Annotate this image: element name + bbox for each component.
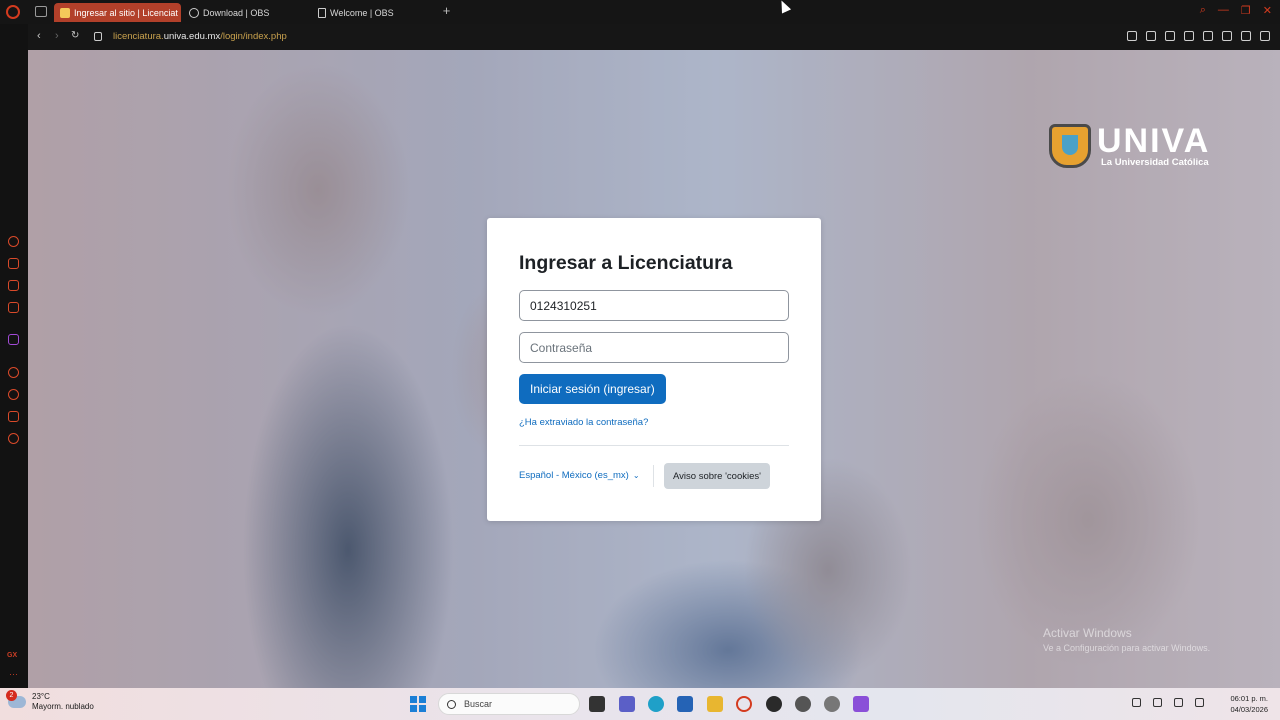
univa-shield-icon xyxy=(1049,124,1091,168)
lock-icon xyxy=(94,32,102,41)
tab-welcome-obs[interactable]: Welcome | OBS xyxy=(312,3,438,22)
windows-start-icon[interactable] xyxy=(410,696,426,712)
music-player-icon[interactable] xyxy=(8,367,19,378)
windows-taskbar: 2 23°C Mayorm. nublado Buscar 06:01 p. m… xyxy=(0,688,1280,720)
wallet-icon[interactable] xyxy=(8,280,19,291)
username-field[interactable]: 0124310251 xyxy=(519,290,789,321)
pin-icon[interactable] xyxy=(1127,31,1137,41)
logo-name: UNIVA xyxy=(1097,121,1211,160)
unity-hub-icon[interactable] xyxy=(824,696,840,712)
file-manager-icon[interactable] xyxy=(589,696,605,712)
cloud-icon: 2 xyxy=(6,690,26,708)
play-icon[interactable] xyxy=(1184,31,1194,41)
edge-icon[interactable] xyxy=(648,696,664,712)
visual-studio-icon[interactable] xyxy=(853,696,869,712)
window-controls: ⌕ — ❐ ✕ xyxy=(1200,4,1272,17)
logo-tagline: La Universidad Católica xyxy=(1101,156,1209,168)
menu-icon[interactable] xyxy=(1260,31,1270,41)
login-card: Ingresar a Licenciatura 0124310251 Contr… xyxy=(487,218,821,521)
language-label: Español - México (es_mx) xyxy=(519,470,629,481)
weather-temperature: 23°C xyxy=(32,692,50,701)
aria-icon[interactable] xyxy=(8,236,19,247)
snapshot-icon[interactable] xyxy=(1146,31,1156,41)
cookies-notice-button[interactable]: Aviso sobre 'cookies' xyxy=(664,463,770,489)
back-icon[interactable]: ‹ xyxy=(37,30,41,42)
clock-time: 06:01 p. m. xyxy=(1230,694,1268,703)
clock-date: 04/03/2026 xyxy=(1230,705,1268,714)
notification-badge: 2 xyxy=(6,690,17,701)
separator xyxy=(653,465,654,487)
weather-description: Mayorm. nublado xyxy=(32,702,94,711)
url-path: /login/index.php xyxy=(220,31,287,42)
forward-icon[interactable]: › xyxy=(55,30,59,42)
download-icon[interactable] xyxy=(1241,31,1251,41)
tab-title: Download | OBS xyxy=(203,7,270,18)
store-icon[interactable] xyxy=(677,696,693,712)
profile-icon[interactable] xyxy=(1222,31,1232,41)
watermark-subtitle: Ve a Configuración para activar Windows. xyxy=(1043,643,1211,653)
microphone-icon[interactable] xyxy=(1153,698,1162,707)
tab-title: Welcome | OBS xyxy=(330,7,394,18)
twitch-icon[interactable] xyxy=(8,334,19,345)
tab-title: Ingresar al sitio | Licenciat xyxy=(74,7,178,18)
new-tab-button[interactable]: + xyxy=(440,4,453,18)
browser-sidebar: GX ··· xyxy=(0,24,28,688)
messenger-icon[interactable] xyxy=(8,302,19,313)
unity-icon[interactable] xyxy=(795,696,811,712)
minimize-icon[interactable]: — xyxy=(1218,4,1229,17)
tab-islands-icon[interactable] xyxy=(35,6,47,17)
login-page: UNIVA La Universidad Católica Ingresar a… xyxy=(28,50,1280,688)
extensions-icon[interactable] xyxy=(8,411,19,422)
document-favicon-icon xyxy=(318,7,326,18)
browser-tab-strip: Ingresar al sitio | Licenciat Download |… xyxy=(0,0,1280,24)
watermark-title: Activar Windows xyxy=(1043,626,1132,640)
divider xyxy=(519,445,789,446)
gx-icon[interactable]: GX xyxy=(7,652,17,659)
forgot-password-link[interactable]: ¿Ha extraviado la contraseña? xyxy=(519,417,648,428)
chevron-up-icon[interactable] xyxy=(1132,698,1141,707)
chevron-down-icon: ⌄ xyxy=(632,471,640,480)
search-tabs-icon[interactable]: ⌕ xyxy=(1200,4,1206,17)
language-select[interactable]: Español - México (es_mx) ⌄ xyxy=(519,470,640,481)
url-domain: univa.edu.mx xyxy=(163,31,221,42)
network-icon[interactable] xyxy=(1174,698,1183,707)
opera-logo-icon[interactable] xyxy=(6,5,20,19)
weather-widget[interactable]: 2 23°C Mayorm. nublado xyxy=(6,690,94,712)
tab-download-obs[interactable]: Download | OBS xyxy=(183,3,311,22)
obs-favicon-icon xyxy=(189,7,199,18)
folder-icon[interactable] xyxy=(707,696,723,712)
password-field[interactable]: Contraseña xyxy=(519,332,789,363)
close-icon[interactable]: ✕ xyxy=(1263,4,1272,17)
system-tray xyxy=(1132,698,1204,707)
volume-icon[interactable] xyxy=(1195,698,1204,707)
search-icon xyxy=(447,699,456,709)
taskbar-search[interactable]: Buscar xyxy=(438,693,580,715)
univa-favicon-icon xyxy=(60,7,70,18)
tab-ingresar-al-sitio[interactable]: Ingresar al sitio | Licenciat xyxy=(54,3,181,22)
address-bar: ‹ › ↻ licenciatura.univa.edu.mx/login/in… xyxy=(28,24,1280,50)
reload-icon[interactable]: ↻ xyxy=(71,30,79,41)
restore-icon[interactable]: ❐ xyxy=(1241,4,1251,17)
obs-icon[interactable] xyxy=(766,696,782,712)
taskbar-clock[interactable]: 06:01 p. m. 04/03/2026 xyxy=(1230,693,1268,715)
opera-gx-icon[interactable] xyxy=(736,696,752,712)
more-options-icon[interactable]: ··· xyxy=(9,669,18,679)
url-subdomain: licenciatura. xyxy=(113,31,164,42)
page-title: Ingresar a Licenciatura xyxy=(519,252,733,274)
heart-icon[interactable] xyxy=(1203,31,1213,41)
login-button[interactable]: Iniciar sesión (ingresar) xyxy=(519,374,666,404)
settings-gear-icon[interactable] xyxy=(8,433,19,444)
bag-icon[interactable] xyxy=(8,258,19,269)
univa-logo: UNIVA La Universidad Católica xyxy=(1049,124,1210,168)
url-field[interactable]: licenciatura.univa.edu.mx/login/index.ph… xyxy=(113,31,287,42)
teams-icon[interactable] xyxy=(619,696,635,712)
history-icon[interactable] xyxy=(8,389,19,400)
windows-activation-watermark: Activar Windows Ve a Configuración para … xyxy=(1043,626,1210,653)
address-bar-actions xyxy=(1127,31,1270,41)
shield-icon[interactable] xyxy=(1165,31,1175,41)
search-placeholder: Buscar xyxy=(464,699,493,709)
